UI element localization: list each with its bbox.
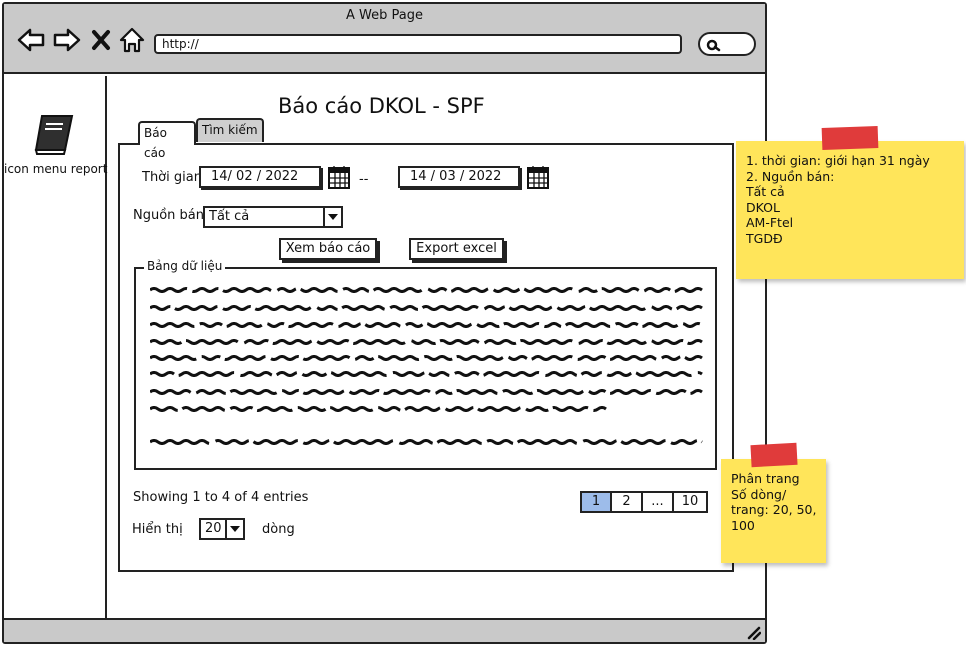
sidebar-item-label: icon menu report bbox=[4, 162, 108, 176]
placeholder-text-line bbox=[150, 389, 703, 395]
date-to-input[interactable]: 14 / 03 / 2022 bbox=[398, 166, 520, 188]
placeholder-text-line bbox=[150, 287, 703, 293]
placeholder-text-line bbox=[150, 406, 607, 412]
book-icon bbox=[34, 115, 73, 155]
tape-decoration bbox=[821, 126, 879, 150]
note-line: 2. Nguồn bán: bbox=[746, 168, 835, 184]
note-line: Tất cả bbox=[746, 184, 785, 199]
placeholder-text-line bbox=[150, 305, 703, 311]
note-line: trang: 20, 50, bbox=[731, 502, 817, 517]
chevron-down-icon bbox=[323, 208, 341, 226]
note-line: 100 bbox=[731, 517, 755, 533]
note-line: 1. thời gian: giới hạn 31 ngày bbox=[746, 153, 930, 168]
arrow-right-icon bbox=[53, 28, 81, 52]
home-button[interactable] bbox=[118, 26, 146, 54]
browser-search-input[interactable] bbox=[698, 32, 756, 56]
source-select-value: Tất cả bbox=[209, 209, 250, 224]
note-line: DKOL bbox=[746, 199, 780, 215]
page-size-value: 20 bbox=[205, 521, 222, 536]
title-bar: A Web Page http:// bbox=[4, 4, 765, 74]
search-icon bbox=[706, 39, 721, 52]
placeholder-text-line bbox=[150, 339, 703, 345]
sticky-note-filters: 1. thời gian: giới hạn 31 ngày 2. Nguồn … bbox=[736, 141, 964, 279]
date-from-input[interactable]: 14/ 02 / 2022 bbox=[199, 166, 321, 188]
tape-decoration bbox=[750, 442, 798, 468]
page-button-1[interactable]: 1 bbox=[580, 491, 612, 513]
stop-button[interactable] bbox=[90, 26, 112, 54]
back-button[interactable] bbox=[16, 26, 46, 54]
placeholder-text-line bbox=[150, 322, 703, 328]
sticky-note-pagination: Phân trang Số dòng/ trang: 20, 50, 100 bbox=[721, 459, 826, 563]
window-title: A Web Page bbox=[346, 8, 423, 23]
forward-button[interactable] bbox=[52, 26, 82, 54]
page-button-2[interactable]: 2 bbox=[610, 491, 643, 513]
tab-bao-cao[interactable]: Báo cáo bbox=[138, 121, 196, 160]
tab-tim-kiem[interactable]: Tìm kiếm bbox=[196, 118, 264, 142]
date-separator: -- bbox=[359, 172, 369, 187]
calendar-icon[interactable] bbox=[527, 165, 549, 189]
page-ellipsis: ... bbox=[641, 491, 674, 513]
export-excel-button[interactable]: Export excel bbox=[409, 238, 504, 260]
home-icon bbox=[119, 27, 145, 53]
page-button-10[interactable]: 10 bbox=[672, 491, 708, 513]
calendar-icon[interactable] bbox=[328, 165, 350, 189]
entries-info: Showing 1 to 4 of 4 entries bbox=[133, 490, 309, 505]
rows-label: dòng bbox=[262, 522, 295, 537]
source-label: Nguồn bán bbox=[133, 208, 204, 223]
placeholder-text-line bbox=[150, 355, 703, 361]
placeholder-text-line bbox=[150, 439, 703, 445]
note-line: AM-Ftel bbox=[746, 215, 794, 230]
sidebar-item-report[interactable]: icon menu report bbox=[4, 112, 108, 176]
close-icon bbox=[92, 30, 110, 50]
data-table-legend: Bảng dữ liệu bbox=[144, 259, 226, 273]
page-size-select[interactable]: 20 bbox=[199, 518, 245, 540]
view-report-button[interactable]: Xem báo cáo bbox=[279, 238, 377, 260]
url-input[interactable]: http:// bbox=[154, 34, 682, 54]
status-bar bbox=[4, 618, 765, 642]
note-line: TGDĐ bbox=[746, 230, 783, 246]
time-label: Thời gian bbox=[142, 170, 202, 185]
note-line: Số dòng/ bbox=[731, 486, 787, 502]
sidebar: icon menu report bbox=[4, 76, 107, 620]
page-title: Báo cáo DKOL - SPF bbox=[278, 94, 485, 118]
page-size-label: Hiển thị bbox=[132, 522, 183, 537]
arrow-left-icon bbox=[17, 28, 45, 52]
source-select[interactable]: Tất cả bbox=[203, 206, 343, 228]
chevron-down-icon bbox=[225, 520, 243, 538]
resize-grip-icon[interactable] bbox=[745, 624, 761, 640]
pagination: 1 2 ... 10 bbox=[580, 491, 708, 513]
placeholder-text-line bbox=[150, 371, 703, 377]
note-line: Phân trang bbox=[731, 471, 800, 486]
